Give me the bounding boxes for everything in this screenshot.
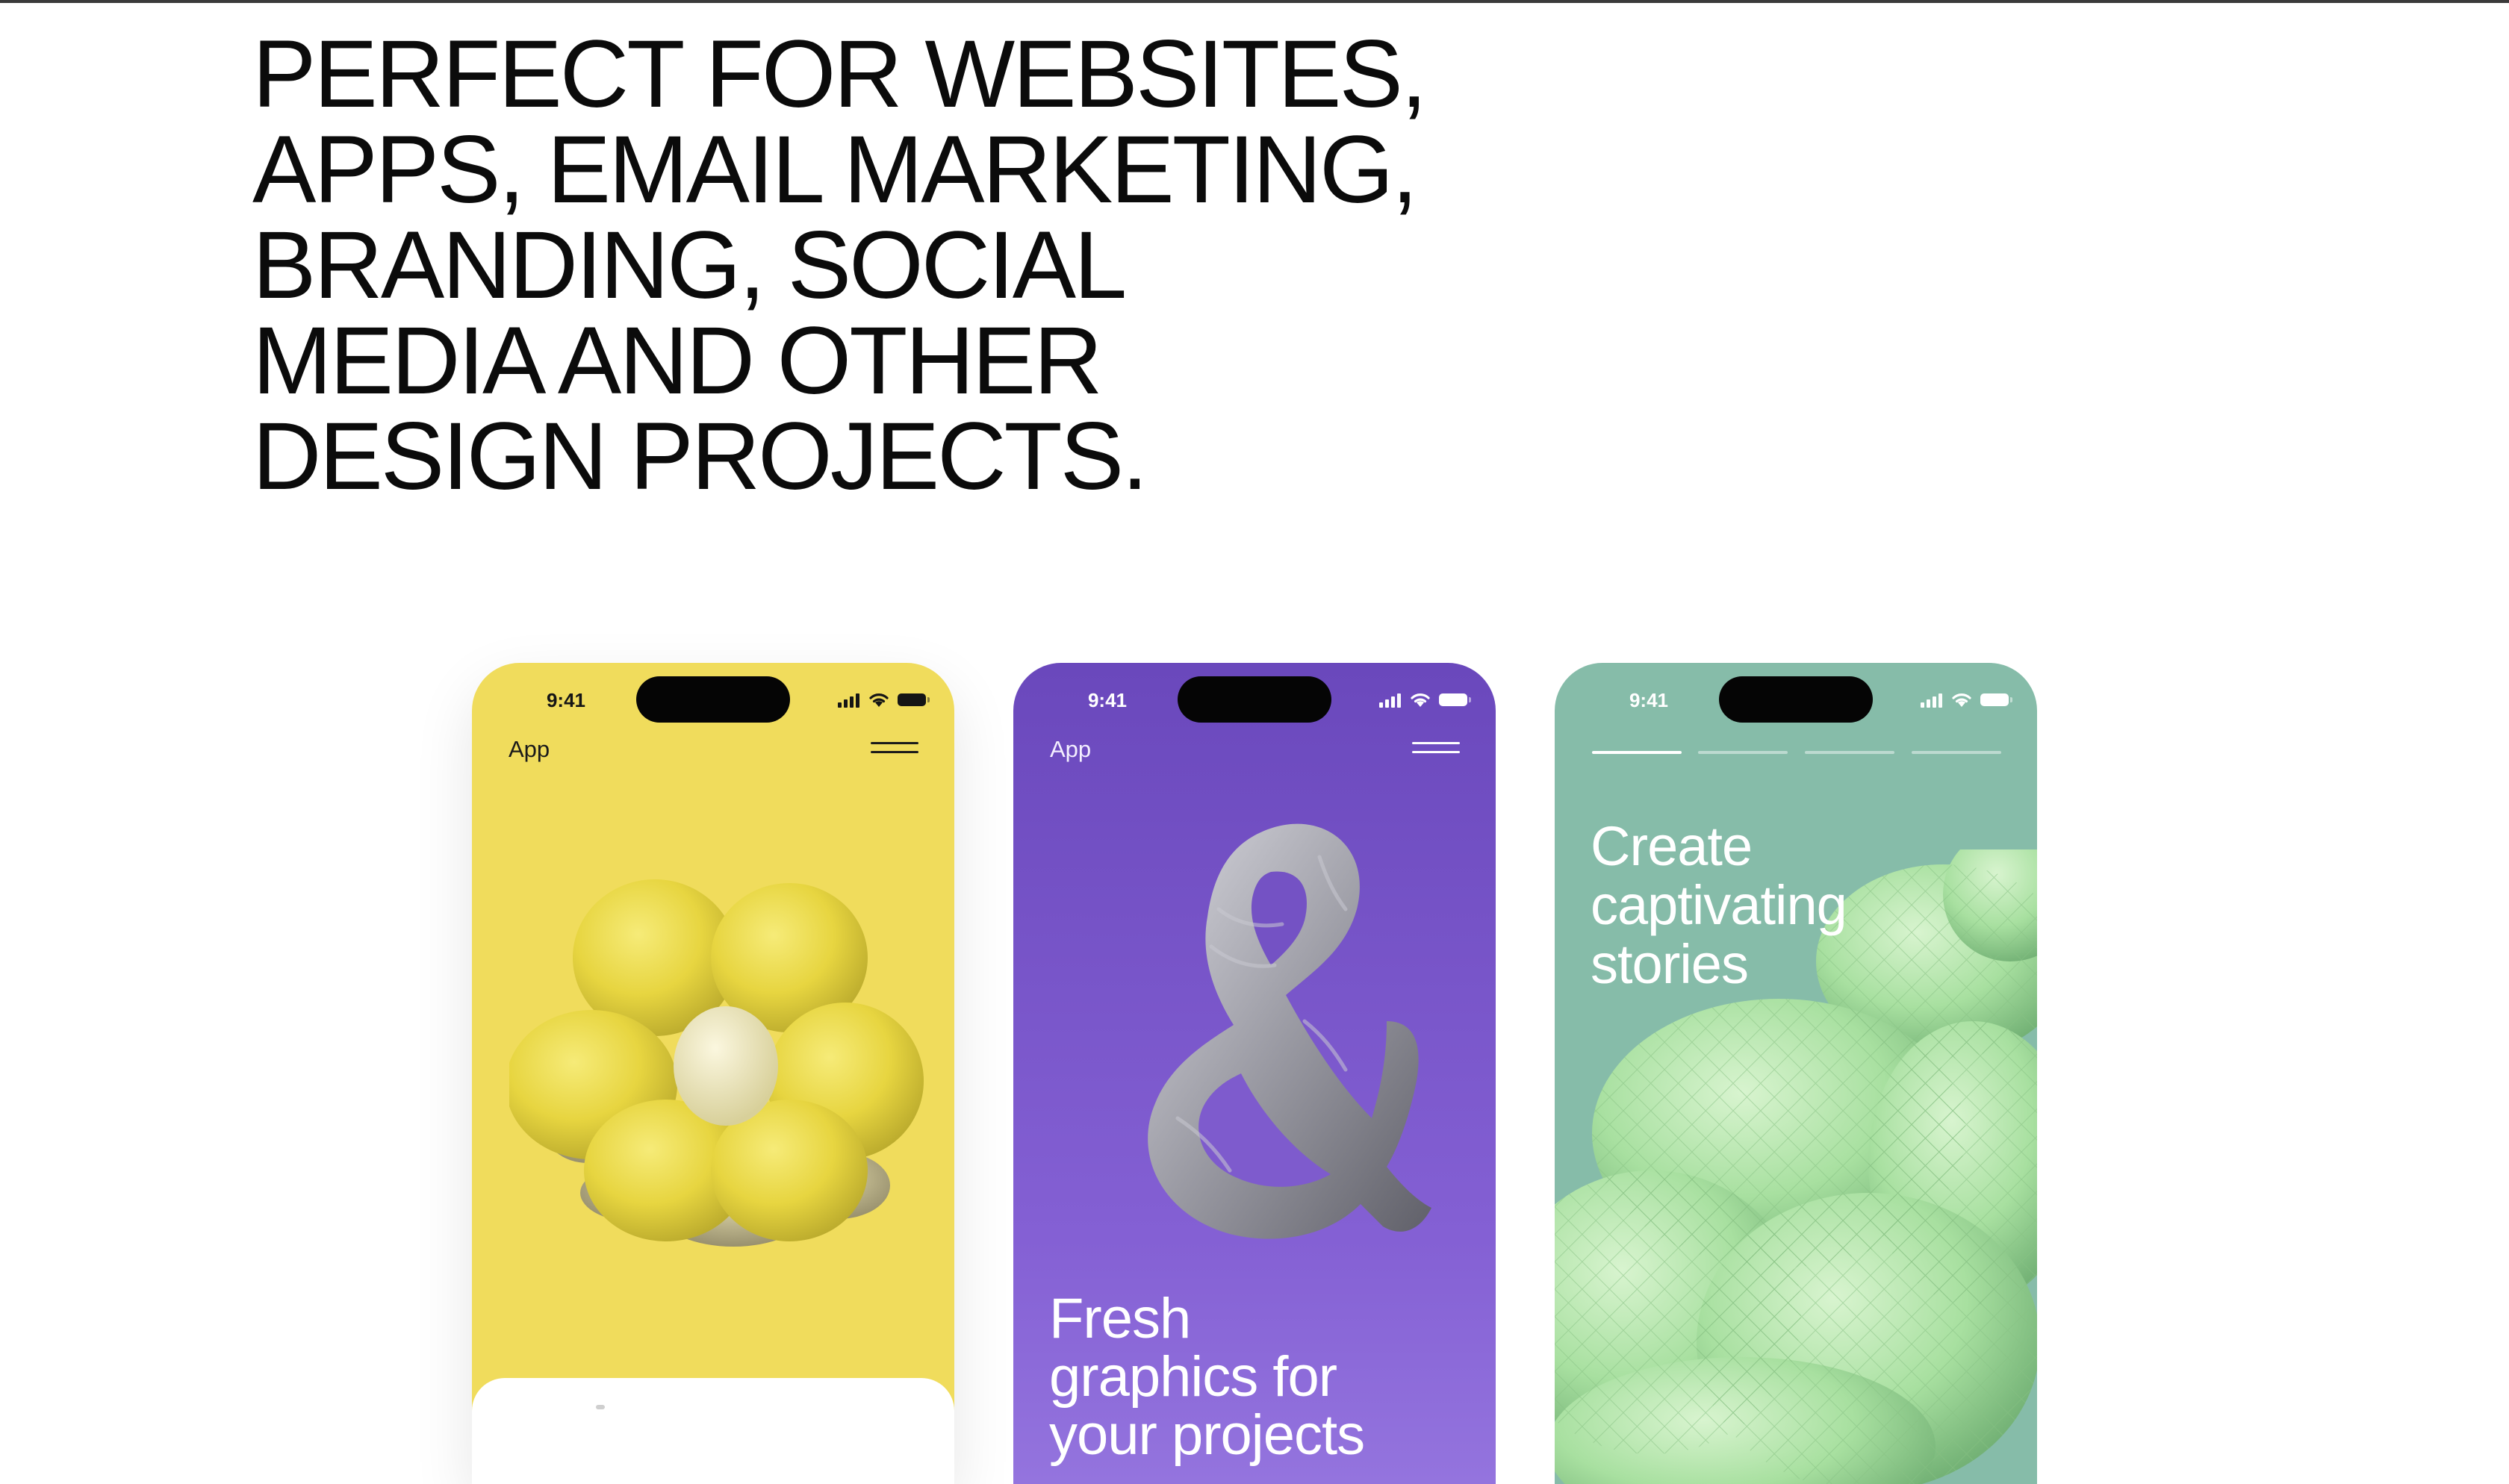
battery-icon [898,693,930,706]
phone-mockup-green: 9:41 Create captivating stories [1555,663,2037,1484]
wifi-icon [1411,693,1430,707]
story-segment[interactable] [1805,751,1894,754]
dynamic-island [1178,676,1331,723]
wifi-icon [869,693,889,707]
page-headline: PERFECT FOR WEBSITES, APPS, EMAIL MARKET… [252,21,1427,510]
story-segment-active[interactable] [1592,751,1682,754]
status-icons [1357,691,1476,709]
status-time: 9:41 [546,689,586,711]
phone-headline-line: stories [1591,933,1749,995]
phone-mockup-yellow: 9:41 App [472,663,954,1484]
phone-headline-line: Create [1591,815,1753,877]
headline-line: PERFECT FOR WEBSITES, [252,21,1427,128]
status-icons [815,691,935,709]
hamburger-menu-icon[interactable] [1412,735,1461,764]
phone-headline: Fresh graphics for your projects [1049,1287,1365,1467]
phone-headline-line: captivating [1591,874,1847,936]
sheet-marker [596,1405,605,1409]
story-segment[interactable] [1698,751,1788,754]
cellular-signal-icon [1379,693,1402,708]
dynamic-island [1719,676,1873,723]
dynamic-island [636,676,790,723]
status-time: 9:41 [1087,689,1128,711]
status-icons [1898,691,2018,709]
headline-line: DESIGN PROJECTS. [252,403,1148,510]
phone-headline: Create captivating stories [1591,817,1847,994]
phone-headline-line: graphics for [1049,1345,1337,1409]
inflated-ampersand-illustration [1148,823,1431,1239]
phone-headline-line: Fresh [1049,1287,1191,1350]
story-progress-bar [1592,751,2001,755]
phone-mockup-purple: 9:41 App Fresh graphics for your project… [1013,663,1496,1484]
cellular-signal-icon [1921,693,1943,708]
bottom-sheet [472,1378,954,1484]
wifi-icon [1952,693,1971,707]
cellular-signal-icon [838,693,860,708]
headline-line: APPS, EMAIL MARKETING, [252,116,1418,223]
phone-headline-line: your projects [1049,1403,1365,1467]
battery-icon [1439,693,1471,706]
app-label: App [509,736,550,762]
inflated-flower-illustration [509,879,924,1247]
status-time: 9:41 [1629,689,1669,711]
battery-icon [1980,693,2012,706]
hamburger-menu-icon[interactable] [871,735,920,764]
headline-line: MEDIA AND OTHER [252,308,1103,414]
app-label: App [1050,736,1092,762]
story-segment[interactable] [1912,751,2001,754]
top-divider [0,0,2509,3]
headline-line: BRANDING, SOCIAL [252,212,1127,319]
